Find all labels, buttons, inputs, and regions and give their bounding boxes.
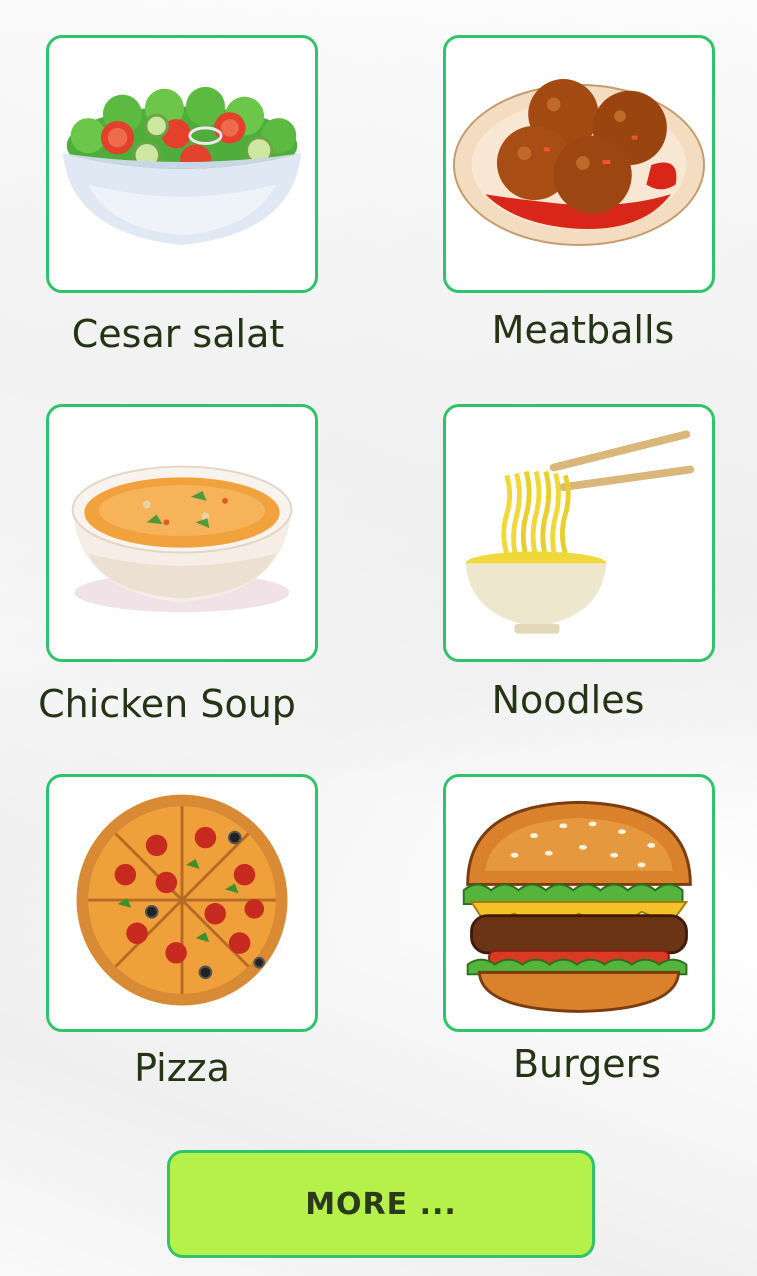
soup-bowl-icon [71,465,293,613]
food-card-noodles[interactable] [443,404,715,662]
meatballs-plate-icon [453,79,705,247]
burger-icon [462,800,692,1013]
food-label-cesar-salat: Cesar salat [71,312,285,356]
more-button[interactable]: MORE ... [167,1150,595,1258]
food-card-cesar-salat[interactable] [46,35,318,293]
food-card-pizza[interactable] [46,774,318,1032]
salad-bowl-icon [62,86,302,246]
food-label-pizza: Pizza [134,1046,230,1090]
pizza-icon [76,794,288,1006]
food-label-burgers: Burgers [512,1042,662,1086]
food-label-meatballs: Meatballs [491,308,675,352]
food-card-chicken-soup[interactable] [46,404,318,662]
food-card-burgers[interactable] [443,774,715,1032]
food-card-meatballs[interactable] [443,35,715,293]
noodles-chopsticks-icon [465,430,695,634]
food-label-chicken-soup: Chicken Soup [38,682,296,726]
food-label-noodles: Noodles [491,678,645,722]
food-menu-screen: Cesar salat Meatballs Chicken Soup Noodl… [0,0,757,1276]
